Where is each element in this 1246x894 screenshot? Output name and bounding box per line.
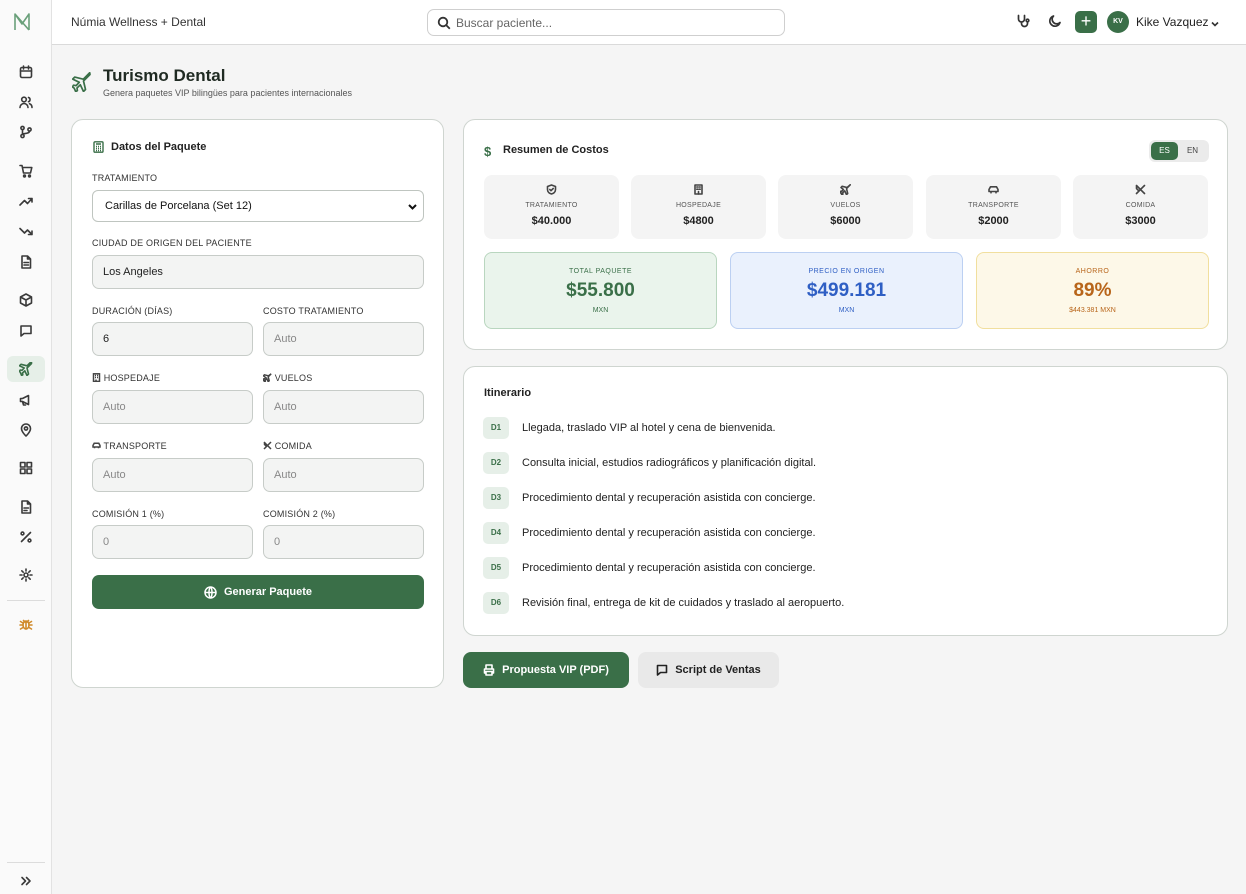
utensils-icon xyxy=(1135,184,1146,195)
page-title: Turismo Dental xyxy=(103,66,226,85)
megaphone-icon[interactable] xyxy=(17,391,35,409)
patient-search[interactable] xyxy=(427,9,785,36)
generate-package-button[interactable]: Generar Paquete xyxy=(92,575,424,609)
cost-treatment: TRATAMIENTO $40.000 xyxy=(484,175,619,239)
globe-icon xyxy=(204,585,217,599)
vip-proposal-pdf-button[interactable]: Propuesta VIP (PDF) xyxy=(463,652,629,688)
cost-summary-card: $ Resumen de Costos ES EN TRATAMIENTO $4… xyxy=(463,119,1228,350)
git-branch-icon[interactable] xyxy=(17,123,35,141)
total-package-box: TOTAL PAQUETE $55.800 MXN xyxy=(484,252,717,329)
origin-city-label: CIUDAD DE ORIGEN DEL PACIENTE xyxy=(92,238,252,248)
plane-icon xyxy=(261,373,272,383)
package-form-card: Datos del Paquete TRATAMIENTO Carillas d… xyxy=(71,119,444,688)
flights-label: VUELOS xyxy=(261,373,312,383)
cart-icon[interactable] xyxy=(17,162,35,180)
sidebar xyxy=(0,0,52,894)
shield-check-icon xyxy=(546,184,557,195)
food-label: COMIDA xyxy=(263,441,312,451)
chevron-down-icon xyxy=(408,204,417,210)
message-icon[interactable] xyxy=(17,322,35,340)
savings-box: AHORRO 89% $443.381 MXN xyxy=(976,252,1209,329)
percent-icon[interactable] xyxy=(17,528,35,546)
plane-icon[interactable] xyxy=(17,360,35,378)
treatment-select[interactable]: Carillas de Porcelana (Set 12) xyxy=(92,190,424,222)
food-input[interactable] xyxy=(263,458,424,492)
search-icon xyxy=(437,16,451,30)
search-input[interactable] xyxy=(456,14,776,32)
treatment-selected: Carillas de Porcelana (Set 12) xyxy=(105,200,252,212)
sidebar-divider xyxy=(7,600,45,601)
transport-input[interactable] xyxy=(92,458,253,492)
transport-label: TRANSPORTE xyxy=(92,441,167,451)
cost-food: COMIDA $3000 xyxy=(1073,175,1208,239)
calendar-icon[interactable] xyxy=(17,63,35,81)
settings-icon[interactable] xyxy=(17,566,35,584)
duration-input[interactable] xyxy=(92,322,253,356)
duration-label: DURACIÓN (DÍAS) xyxy=(92,306,173,316)
package-icon[interactable] xyxy=(17,291,35,309)
summary-title: Resumen de Costos xyxy=(503,144,609,156)
lang-es-button[interactable]: ES xyxy=(1151,142,1178,160)
dollar-icon: $ xyxy=(484,144,492,159)
total-package-value: $55.800 xyxy=(566,280,635,301)
trending-down-icon[interactable] xyxy=(17,223,35,241)
calculator-icon xyxy=(93,141,104,153)
treatment-label: TRATAMIENTO xyxy=(92,173,158,183)
add-button[interactable]: + xyxy=(1075,11,1097,33)
dark-mode-icon[interactable] xyxy=(1048,14,1064,30)
sidebar-bottom-divider xyxy=(7,862,45,863)
building-icon xyxy=(92,373,101,383)
cost-transport: TRANSPORTE $2000 xyxy=(926,175,1061,239)
trending-up-icon[interactable] xyxy=(17,192,35,210)
plane-icon xyxy=(840,184,851,195)
lodging-input[interactable] xyxy=(92,390,253,424)
form-title: Datos del Paquete xyxy=(111,141,207,153)
document-icon[interactable] xyxy=(17,253,35,271)
origin-price-value: $499.181 xyxy=(806,280,887,301)
savings-value: 89% xyxy=(1073,280,1112,301)
logo-icon[interactable] xyxy=(13,12,31,32)
origin-city-input[interactable] xyxy=(92,255,424,289)
building-icon xyxy=(694,184,703,195)
itinerary-title: Itinerario xyxy=(484,387,532,399)
bug-icon[interactable] xyxy=(17,615,35,633)
lodging-label: HOSPEDAJE xyxy=(92,373,160,383)
app-name: Númia Wellness + Dental xyxy=(71,15,206,29)
treatment-cost-input[interactable] xyxy=(263,322,424,356)
lang-en-button[interactable]: EN xyxy=(1179,142,1206,160)
origin-price-box: PRECIO EN ORIGEN $499.181 MXN xyxy=(730,252,963,329)
user-name[interactable]: Kike Vazquez xyxy=(1136,15,1209,29)
chevron-down-icon[interactable] xyxy=(1210,16,1220,27)
treatment-cost-label: COSTO TRATAMIENTO xyxy=(263,306,364,316)
plane-icon xyxy=(71,71,92,93)
car-icon xyxy=(92,442,101,449)
flights-input[interactable] xyxy=(263,390,424,424)
map-pin-icon[interactable] xyxy=(17,421,35,439)
users-icon[interactable] xyxy=(17,93,35,111)
message-icon xyxy=(656,664,668,676)
commission2-label: COMISIÓN 2 (%) xyxy=(263,509,336,519)
stethoscope-icon[interactable] xyxy=(1016,14,1032,30)
avatar[interactable]: KV xyxy=(1107,11,1129,33)
commission2-input[interactable] xyxy=(263,525,424,559)
top-header: Númia Wellness + Dental + KV Kike Vazque… xyxy=(52,0,1246,45)
utensils-icon xyxy=(263,441,272,450)
page-subtitle: Genera paquetes VIP bilingües para pacie… xyxy=(103,88,353,98)
cost-flights: VUELOS $6000 xyxy=(778,175,913,239)
language-toggle: ES EN xyxy=(1149,140,1209,162)
commission1-label: COMISIÓN 1 (%) xyxy=(92,509,165,519)
grid-icon[interactable] xyxy=(17,459,35,477)
car-icon xyxy=(988,186,999,194)
file-text-icon[interactable] xyxy=(17,498,35,516)
commission1-input[interactable] xyxy=(92,525,253,559)
sales-script-button[interactable]: Script de Ventas xyxy=(638,652,779,688)
cost-lodging: HOSPEDAJE $4800 xyxy=(631,175,766,239)
itinerary-card: Itinerario D1 Llegada, traslado VIP al ho… xyxy=(463,366,1228,636)
expand-sidebar-icon[interactable] xyxy=(17,872,35,890)
printer-icon xyxy=(483,664,495,676)
